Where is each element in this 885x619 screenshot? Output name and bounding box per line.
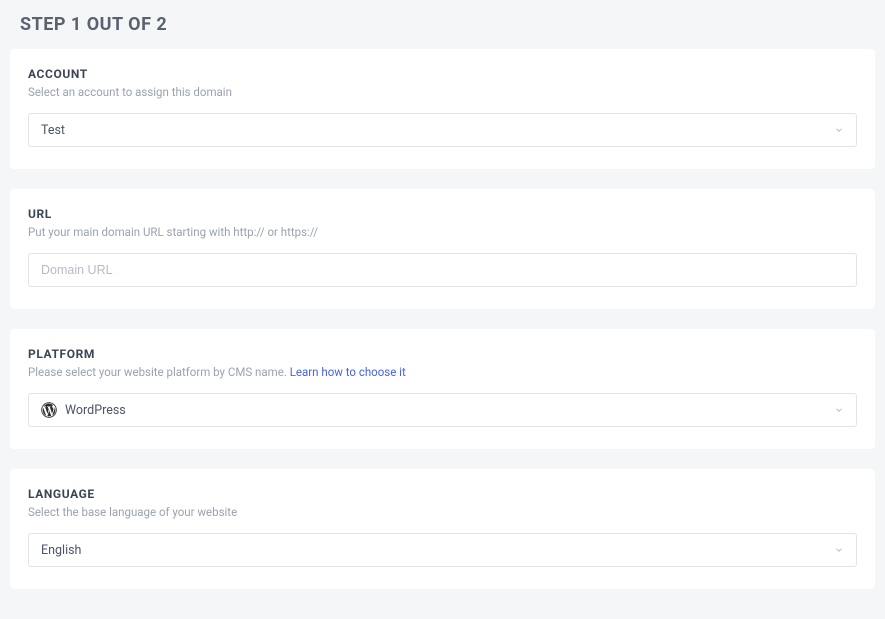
account-selected-value: Test bbox=[41, 123, 65, 138]
url-input-wrapper[interactable] bbox=[28, 253, 857, 287]
url-desc: Put your main domain URL starting with h… bbox=[28, 225, 857, 239]
step-header: STEP 1 OUT OF 2 bbox=[10, 10, 875, 49]
url-title: URL bbox=[28, 207, 857, 221]
wordpress-icon bbox=[41, 402, 57, 418]
chevron-down-icon bbox=[834, 125, 844, 135]
url-card: URL Put your main domain URL starting wi… bbox=[10, 189, 875, 309]
chevron-down-icon bbox=[834, 405, 844, 415]
url-input[interactable] bbox=[41, 263, 844, 277]
account-card: ACCOUNT Select an account to assign this… bbox=[10, 49, 875, 169]
language-desc: Select the base language of your website bbox=[28, 505, 857, 519]
platform-title: PLATFORM bbox=[28, 347, 857, 361]
platform-select[interactable]: WordPress bbox=[28, 393, 857, 427]
platform-desc: Please select your website platform by C… bbox=[28, 365, 857, 379]
language-card: LANGUAGE Select the base language of you… bbox=[10, 469, 875, 589]
platform-desc-text: Please select your website platform by C… bbox=[28, 365, 290, 379]
account-title: ACCOUNT bbox=[28, 67, 857, 81]
platform-learn-link[interactable]: Learn how to choose it bbox=[290, 365, 406, 379]
platform-card: PLATFORM Please select your website plat… bbox=[10, 329, 875, 449]
language-title: LANGUAGE bbox=[28, 487, 857, 501]
account-desc: Select an account to assign this domain bbox=[28, 85, 857, 99]
language-selected-value: English bbox=[41, 543, 81, 558]
account-select[interactable]: Test bbox=[28, 113, 857, 147]
chevron-down-icon bbox=[834, 545, 844, 555]
language-select[interactable]: English bbox=[28, 533, 857, 567]
platform-selected-value: WordPress bbox=[65, 403, 126, 418]
